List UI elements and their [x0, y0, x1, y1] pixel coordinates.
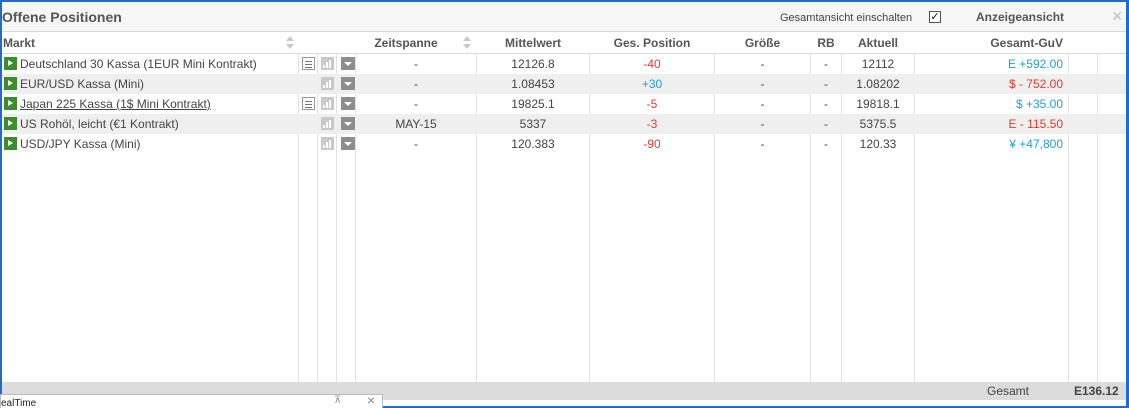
column-header-size[interactable]: Größe — [715, 36, 810, 50]
pnl-value: E - 115.50 — [1008, 117, 1063, 131]
column-header-rb[interactable]: RB — [811, 36, 841, 50]
size-value: - — [760, 57, 765, 71]
position-value: -5 — [646, 97, 658, 111]
close-icon[interactable]: × — [367, 392, 375, 408]
column-header-period[interactable]: Zeitspanne — [356, 36, 456, 50]
bar-chart-icon[interactable] — [321, 77, 334, 90]
dropdown-icon[interactable] — [341, 137, 355, 150]
dropdown-icon[interactable] — [341, 57, 355, 70]
mid-value: 1.08453 — [511, 77, 555, 91]
current-value: 120.33 — [859, 137, 897, 151]
bar-chart-icon[interactable] — [321, 97, 334, 110]
subwindow-title: ealTime — [1, 398, 37, 408]
play-icon[interactable] — [4, 57, 17, 70]
market-name[interactable]: Deutschland 30 Kassa (1EUR Mini Kontrakt… — [20, 57, 257, 71]
rb-value: - — [824, 117, 828, 131]
position-value: +30 — [641, 77, 663, 91]
play-icon[interactable] — [4, 97, 17, 110]
column-header-mid[interactable]: Mittelwert — [477, 36, 589, 50]
positions-table: Markt Zeitspanne Mittelwert Ges. Positio… — [2, 31, 1126, 382]
sort-icon[interactable] — [463, 36, 472, 50]
pnl-value: $ +35.00 — [1015, 97, 1063, 111]
market-name[interactable]: US Rohöl, leicht (€1 Kontrakt) — [20, 117, 179, 131]
display-view-button[interactable]: Anzeigeansicht — [976, 10, 1064, 24]
table-row[interactable]: EUR/USD Kassa (Mini) - 1.08453 +30 - - 1.08202… — [2, 74, 1126, 94]
period-value: - — [414, 137, 418, 151]
sort-icon[interactable] — [286, 36, 295, 50]
current-value: 12112 — [861, 57, 895, 71]
document-icon[interactable] — [302, 57, 315, 70]
position-value: -90 — [643, 137, 661, 151]
play-icon[interactable] — [4, 117, 17, 130]
dropdown-icon[interactable] — [341, 97, 355, 110]
dropdown-icon[interactable] — [341, 77, 355, 90]
current-value: 1.08202 — [856, 77, 900, 91]
mid-value: 19825.1 — [511, 97, 555, 111]
panel-title: Offene Positionen — [2, 9, 122, 25]
size-value: - — [760, 97, 765, 111]
table-row[interactable]: USD/JPY Kassa (Mini) - 120.383 -90 - - 120.33 ¥… — [2, 134, 1126, 154]
market-name[interactable]: USD/JPY Kassa (Mini) — [20, 137, 140, 151]
rb-value: - — [824, 77, 828, 91]
pnl-value: $ - 752.00 — [1008, 77, 1063, 91]
period-value: - — [414, 97, 418, 111]
position-value: -40 — [643, 57, 661, 71]
rb-value: - — [824, 57, 828, 71]
pnl-value: ¥ +47,800 — [1009, 137, 1063, 151]
current-value: 19818.1 — [856, 97, 900, 111]
close-icon[interactable]: × — [1112, 7, 1123, 25]
play-icon[interactable] — [4, 77, 17, 90]
pin-icon[interactable]: ⊼ — [334, 395, 344, 406]
size-value: - — [760, 137, 765, 151]
total-value: E136.12 — [1074, 384, 1119, 398]
total-label: Gesamt — [987, 384, 1030, 398]
market-name[interactable]: Japan 225 Kassa (1$ Mini Kontrakt) — [20, 97, 211, 111]
play-icon[interactable] — [4, 137, 17, 150]
column-header-market[interactable]: Markt — [3, 36, 35, 50]
table-row[interactable]: Deutschland 30 Kassa (1EUR Mini Kontrakt… — [2, 54, 1126, 74]
table-row[interactable]: Japan 225 Kassa (1$ Mini Kontrakt) - 19825… — [2, 94, 1126, 114]
column-header-current[interactable]: Aktuell — [842, 36, 914, 50]
overview-checkbox[interactable]: ✓ — [929, 11, 941, 23]
document-icon[interactable] — [302, 97, 315, 110]
pnl-value: E +592.00 — [1007, 57, 1063, 71]
market-name[interactable]: EUR/USD Kassa (Mini) — [20, 77, 144, 91]
position-value: -3 — [646, 117, 658, 131]
size-value: - — [760, 77, 765, 91]
rb-value: - — [824, 97, 828, 111]
table-header: Markt Zeitspanne Mittelwert Ges. Positio… — [2, 31, 1126, 54]
mid-value: 5337 — [519, 117, 547, 131]
period-value: - — [414, 57, 418, 71]
overview-toggle-label[interactable]: Gesamtansicht einschalten — [780, 12, 912, 24]
rb-value: - — [824, 137, 828, 151]
bar-chart-icon[interactable] — [321, 137, 334, 150]
period-value: MAY-15 — [395, 117, 437, 131]
bar-chart-icon[interactable] — [321, 117, 334, 130]
column-header-position[interactable]: Ges. Position — [590, 36, 714, 50]
period-value: - — [414, 77, 418, 91]
table-row[interactable]: US Rohöl, leicht (€1 Kontrakt) MAY-15 5337… — [2, 114, 1126, 134]
size-value: - — [760, 117, 765, 131]
bar-chart-icon[interactable] — [321, 57, 334, 70]
mid-value: 12126.8 — [511, 57, 555, 71]
title-bar: Offene Positionen Gesamtansicht einschal… — [2, 2, 1126, 31]
mid-value: 120.383 — [511, 137, 555, 151]
dropdown-icon[interactable] — [341, 117, 355, 130]
realtime-subwindow: ealTime ⊼ × — [0, 392, 383, 408]
current-value: 5375.5 — [859, 117, 897, 131]
column-header-pnl[interactable]: Gesamt-GuV — [915, 36, 1063, 50]
